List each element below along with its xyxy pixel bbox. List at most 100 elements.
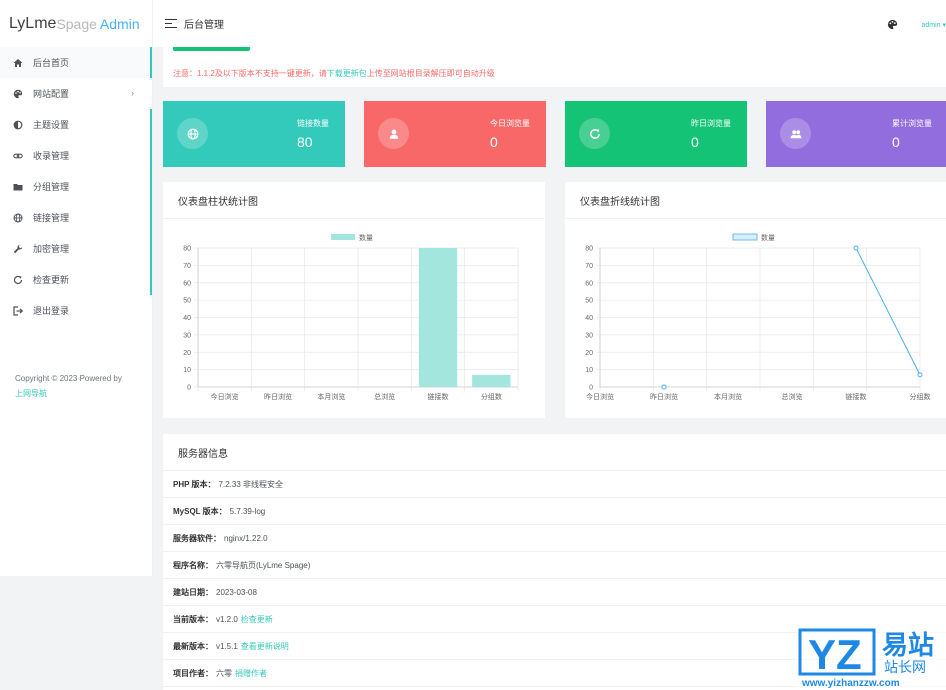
watermark-logo: YZ 易站 站长网 www.yizhanzzw.com: [796, 620, 946, 690]
sidebar-item-encrypt[interactable]: 加密管理: [0, 233, 152, 264]
copyright-link[interactable]: 上网导航: [15, 389, 47, 398]
server-info-label: 建站日期：: [173, 587, 213, 597]
server-info-row: 服务器软件： nginx/1.22.0: [163, 525, 946, 552]
y-tick-label: 80: [585, 246, 593, 253]
y-tick-label: 0: [187, 385, 191, 392]
server-info-row: PHP 版本： 7.2.33 非线程安全: [163, 471, 946, 498]
sidebar-item-home[interactable]: 后台首页: [0, 47, 152, 78]
y-tick-label: 40: [183, 315, 191, 322]
server-info-row: 程序名称： 六零导航页(LyLme Spage): [163, 552, 946, 579]
y-tick-label: 10: [585, 367, 593, 374]
refresh-icon: [13, 275, 23, 285]
stat-label: 昨日浏览量: [691, 119, 731, 128]
x-tick-label: 链接数: [846, 392, 867, 401]
x-tick-label: 链接数: [428, 392, 449, 401]
sidebar-item-logout[interactable]: 退出登录: [0, 295, 152, 326]
sidebar-item-site-config[interactable]: 网站配置 ›: [0, 78, 152, 109]
notice-text: 注意：1.1.2及以下版本不支持一键更新，请下载更新包上传至网站根目录解压即可自…: [173, 68, 495, 79]
notice-card: 注意：1.1.2及以下版本不支持一键更新，请下载更新包上传至网站根目录解压即可自…: [163, 47, 946, 87]
x-tick-label: 分组数: [481, 392, 502, 401]
x-tick-label: 今日浏览: [586, 392, 614, 401]
y-tick-label: 10: [183, 367, 191, 374]
data-point: [661, 384, 667, 390]
logo[interactable]: LyLme Spage Admin: [0, 0, 152, 47]
svg-text:易站: 易站: [882, 631, 934, 661]
server-info-label: 项目作者：: [173, 668, 213, 678]
line-chart: 数量 0 10 20 30 40 50 60 70 80 今日浏览 昨日浏览 本月浏览 总浏览 链接数 分组数: [585, 233, 930, 401]
chevron-right-icon: ›: [131, 88, 134, 98]
y-tick-label: 20: [585, 350, 593, 357]
logout-icon: [13, 305, 23, 316]
logo-part1: LyLme: [9, 14, 57, 32]
sidebar-item-collect[interactable]: 收录管理: [0, 140, 152, 171]
user-menu[interactable]: admin ▾: [921, 21, 946, 29]
x-tick-label: 昨日浏览: [264, 392, 292, 401]
globe-icon: [177, 118, 208, 149]
server-info-row: 建站日期： 2023-03-08: [163, 579, 946, 606]
sidebar-item-label: 后台首页: [33, 58, 70, 68]
x-tick-label: 本月浏览: [714, 392, 742, 401]
topbar: 后台管理 admin ▾: [153, 0, 946, 47]
bar: [418, 248, 458, 387]
copyright: Copyright © 2023 Powered by 上网导航: [15, 371, 140, 401]
bar: [472, 374, 511, 387]
stat-label: 链接数量: [297, 119, 329, 128]
series-line: [855, 247, 921, 376]
y-tick-label: 50: [183, 298, 191, 305]
sidebar-item-links[interactable]: 链接管理: [0, 202, 152, 233]
logo-part3: Admin: [99, 15, 140, 32]
sidebar-item-update[interactable]: 检查更新: [0, 264, 152, 295]
page-title: 后台管理: [184, 20, 224, 31]
notice-suffix: 上传至网站根目录解压即可自动升级: [366, 69, 495, 78]
y-tick-label: 0: [589, 385, 593, 392]
copyright-text: Copyright © 2023 Powered by: [15, 374, 122, 383]
server-info-label: 服务器软件：: [173, 533, 221, 543]
line-chart-title: 仪表盘折线统计图: [565, 182, 946, 219]
server-info-link[interactable]: 查看更新说明: [241, 641, 289, 652]
sidebar-nav: 后台首页 网站配置 › 主题设置 收录管理 分组管理 链接管理 加密管理 检查更…: [0, 47, 152, 326]
sidebar-item-groups[interactable]: 分组管理: [0, 171, 152, 202]
chart-legend: 数量: [331, 233, 373, 242]
sidebar-item-label: 退出登录: [33, 306, 70, 316]
y-tick-label: 30: [183, 332, 191, 339]
server-info-link[interactable]: 捐赠作者: [235, 668, 267, 679]
contrast-icon: [13, 120, 23, 130]
x-tick-label: 今日浏览: [211, 392, 239, 401]
server-info-link[interactable]: 检查更新: [241, 614, 273, 625]
stat-card-links: 链接数量 80: [163, 101, 345, 167]
server-info-label: MySQL 版本：: [173, 506, 227, 516]
y-tick-label: 70: [585, 263, 593, 270]
link-icon: [13, 151, 23, 161]
x-tick-label: 总浏览: [374, 392, 395, 401]
sidebar-item-label: 链接管理: [33, 213, 70, 223]
stat-value: 0: [892, 134, 900, 150]
user-icon: [378, 118, 409, 149]
bar-chart: 数量 0 10 20 30 40 50 60 70 80 今日浏览 昨日浏览 本月浏览 总浏览 链接数 分组数: [183, 233, 519, 401]
server-info-row: MySQL 版本： 5.7.39-log: [163, 498, 946, 525]
stat-card-total-views: 累计浏览量 0: [766, 101, 946, 167]
sidebar-item-label: 检查更新: [33, 275, 70, 285]
y-tick-label: 60: [183, 280, 191, 287]
users-icon: [780, 118, 811, 149]
notice-download-link[interactable]: 下载更新包: [327, 69, 367, 78]
y-tick-label: 50: [585, 298, 593, 305]
x-tick-label: 昨日浏览: [650, 392, 678, 401]
chart-legend: 数量: [732, 233, 775, 242]
server-info-label: 程序名称：: [173, 560, 213, 570]
menu-toggle-icon[interactable]: [165, 18, 177, 29]
legend-label: 数量: [359, 233, 373, 242]
sidebar: LyLme Spage Admin 后台首页 网站配置 › 主题设置 收录管理 …: [0, 0, 153, 576]
sidebar-item-label: 加密管理: [33, 244, 70, 254]
bar-chart-title: 仪表盘柱状统计图: [163, 182, 545, 219]
stat-label: 累计浏览量: [892, 119, 932, 128]
x-tick-label: 本月浏览: [317, 392, 345, 401]
server-info-value: v1.5.1: [216, 641, 238, 651]
theme-palette-icon[interactable]: [887, 19, 898, 32]
stat-card-yesterday-views: 昨日浏览量 0: [565, 101, 747, 167]
svg-text:YZ: YZ: [808, 631, 862, 678]
y-tick-label: 30: [585, 332, 593, 339]
sidebar-item-theme[interactable]: 主题设置: [0, 109, 152, 140]
server-info-label: 最新版本：: [173, 641, 213, 651]
stat-value: 80: [297, 134, 313, 150]
sync-icon: [579, 118, 610, 149]
